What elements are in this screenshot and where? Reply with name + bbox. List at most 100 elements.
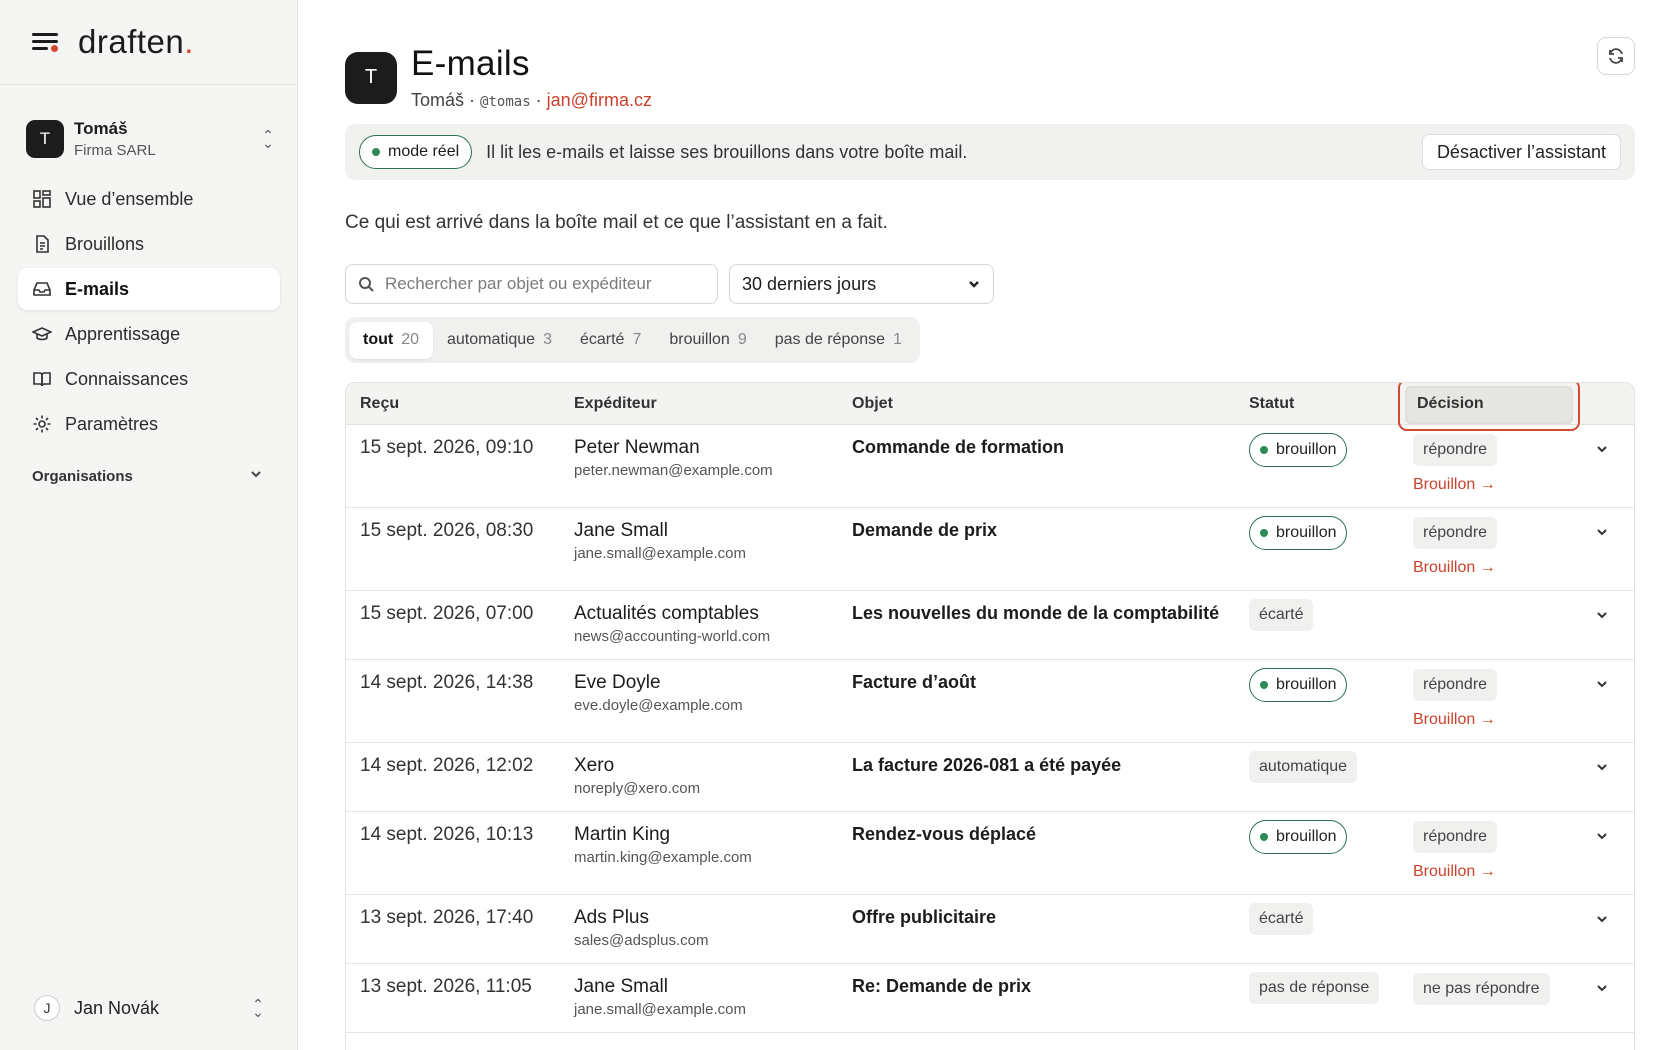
table-row[interactable]: 14 sept. 2026, 14:38 Eve Doyle eve.doyle@e… (346, 660, 1634, 743)
expand-row-button[interactable] (1594, 524, 1610, 545)
brand-logo[interactable]: draften. (78, 23, 194, 61)
sidebar-item-settings[interactable]: Paramètres (18, 403, 280, 445)
sidebar-item-overview[interactable]: Vue d’ensemble (18, 178, 280, 220)
column-sender[interactable]: Expéditeur (574, 395, 657, 413)
search-input[interactable] (385, 274, 705, 294)
user-menu[interactable]: J Jan Novák ⌃ ⌄ (34, 992, 266, 1024)
table-row[interactable]: 15 sept. 2026, 07:00 Actualités comptable… (346, 591, 1634, 660)
expand-row-button[interactable] (1594, 676, 1610, 697)
dashboard-icon (32, 189, 52, 209)
table-row[interactable]: 15 sept. 2026, 09:10 Peter Newman peter.ne… (346, 425, 1634, 508)
sender-email: sales@adsplus.com (574, 932, 709, 949)
mailbox-email[interactable]: jan@firma.cz (547, 90, 652, 110)
received-date: 14 sept. 2026, 14:38 (360, 672, 534, 693)
column-status[interactable]: Statut (1249, 395, 1294, 413)
received-date: 15 sept. 2026, 07:00 (360, 603, 534, 624)
status-badge: brouillon (1249, 516, 1348, 550)
filter-tab-dismissed[interactable]: écarté 7 (566, 322, 655, 359)
expand-row-button[interactable] (1594, 759, 1610, 780)
chevron-down-icon (248, 466, 264, 486)
expand-row-button[interactable] (1594, 828, 1610, 849)
account-org: Firma SARL (74, 142, 156, 159)
page-title: E-mails (411, 44, 530, 83)
chevron-down-icon (969, 281, 979, 288)
chevron-down-icon (1597, 681, 1607, 688)
received-date: 13 sept. 2026, 11:05 (360, 976, 532, 997)
email-subject: Re: Demande de prix (852, 976, 1032, 996)
organisations-label: Organisations (32, 467, 133, 485)
separator: · (469, 90, 476, 110)
sender-email: peter.newman@example.com (574, 462, 773, 479)
status-dot-icon (1260, 833, 1268, 841)
sender-name: Eve Doyle (574, 672, 661, 693)
table-row[interactable]: 13 sept. 2026, 11:05 Jane Small jane.small… (346, 964, 1634, 1033)
chevron-down-icon (1597, 529, 1607, 536)
sidebar-nav: Vue d’ensemble Brouillons E-mails Appren… (18, 178, 280, 448)
email-subject: Demande de prix (852, 520, 998, 540)
column-decision[interactable]: Décision (1405, 386, 1573, 424)
table-row[interactable]: 14 sept. 2026, 12:02 Xero noreply@xero.com… (346, 743, 1634, 812)
filter-tab-no-reply[interactable]: pas de réponse 1 (761, 322, 916, 359)
received-date: 15 sept. 2026, 09:10 (360, 437, 534, 458)
mailbox-owner: Tomáš (411, 90, 465, 110)
sidebar-item-learning[interactable]: Apprentissage (18, 313, 280, 355)
status-filter-tabs: tout 20 automatique 3 écarté 7 brouillon 9 p… (345, 317, 920, 363)
deactivate-assistant-button[interactable]: Désactiver l’assistant (1421, 134, 1621, 170)
table-body: 15 sept. 2026, 09:10 Peter Newman peter.ne… (346, 425, 1634, 1033)
status-dot-icon (372, 148, 380, 156)
column-subject[interactable]: Objet (852, 395, 893, 413)
column-received[interactable]: Reçu (360, 395, 399, 413)
status-badge: brouillon (1249, 820, 1348, 854)
sidebar-item-label: Brouillons (65, 233, 145, 254)
sender-name: Peter Newman (574, 437, 700, 458)
chevron-down-icon (1597, 446, 1607, 453)
sidebar-item-knowledge[interactable]: Connaissances (18, 358, 280, 400)
expand-row-button[interactable] (1594, 980, 1610, 1001)
open-draft-link[interactable]: Brouillon → (1413, 559, 1496, 577)
expand-row-button[interactable] (1594, 911, 1610, 932)
expand-row-button[interactable] (1594, 441, 1610, 462)
mailbox-subline: Tomáš · @tomas · jan@firma.cz (411, 90, 652, 111)
account-switcher[interactable]: T Tomáš Firma SARL ⌃ ⌄ (26, 116, 276, 162)
status-badge: automatique (1249, 751, 1358, 783)
organisations-toggle[interactable]: Organisations (32, 466, 264, 486)
table-row[interactable]: 15 sept. 2026, 08:30 Jane Small jane.small… (346, 508, 1634, 591)
decision-badge: répondre (1413, 821, 1498, 853)
sidebar-item-drafts[interactable]: Brouillons (18, 223, 280, 265)
received-date: 13 sept. 2026, 17:40 (360, 907, 534, 928)
period-selected: 30 derniers jours (742, 273, 877, 294)
filter-tab-all[interactable]: tout 20 (349, 321, 433, 359)
decision-badge: répondre (1413, 517, 1498, 549)
table-row[interactable]: 14 sept. 2026, 10:13 Martin King martin.ki… (346, 812, 1634, 895)
chevron-down-icon (1597, 985, 1607, 992)
refresh-button[interactable] (1597, 37, 1635, 75)
updown-chevron-icon: ⌃ ⌄ (252, 996, 264, 1020)
filter-tab-automatic[interactable]: automatique 3 (433, 322, 566, 359)
period-select[interactable]: 30 derniers jours (729, 264, 994, 304)
sidebar-item-label: Vue d’ensemble (65, 188, 194, 209)
account-avatar: T (26, 120, 64, 158)
filter-tab-draft[interactable]: brouillon 9 (655, 322, 760, 359)
received-date: 14 sept. 2026, 10:13 (360, 824, 534, 845)
banner-text: Il lit les e-mails et laisse ses brouill… (486, 141, 968, 162)
open-draft-link[interactable]: Brouillon → (1413, 863, 1496, 881)
table-row[interactable]: 13 sept. 2026, 17:40 Ads Plus sales@adsplu… (346, 895, 1634, 964)
mailbox-handle: @tomas (480, 94, 531, 110)
sidebar-item-emails[interactable]: E-mails (18, 268, 280, 310)
search-box[interactable] (345, 264, 718, 304)
menu-icon[interactable] (32, 31, 58, 53)
status-badge: brouillon (1249, 668, 1348, 702)
decision-badge: répondre (1413, 434, 1498, 466)
open-draft-link[interactable]: Brouillon → (1413, 476, 1496, 494)
refresh-icon (1609, 48, 1623, 64)
mailbox-avatar: T (345, 51, 397, 104)
sidebar-item-label: Paramètres (65, 413, 159, 434)
sender-email: eve.doyle@example.com (574, 697, 743, 714)
open-draft-link[interactable]: Brouillon → (1413, 711, 1496, 729)
document-icon (32, 234, 52, 254)
email-subject: La facture 2026-081 a été payée (852, 755, 1122, 775)
expand-row-button[interactable] (1594, 607, 1610, 628)
page-header: T E-mails Tomáš · @tomas · jan@firma.cz (345, 44, 652, 111)
sender-email: jane.small@example.com (574, 1001, 746, 1018)
updown-chevron-icon: ⌃ ⌄ (262, 127, 274, 151)
